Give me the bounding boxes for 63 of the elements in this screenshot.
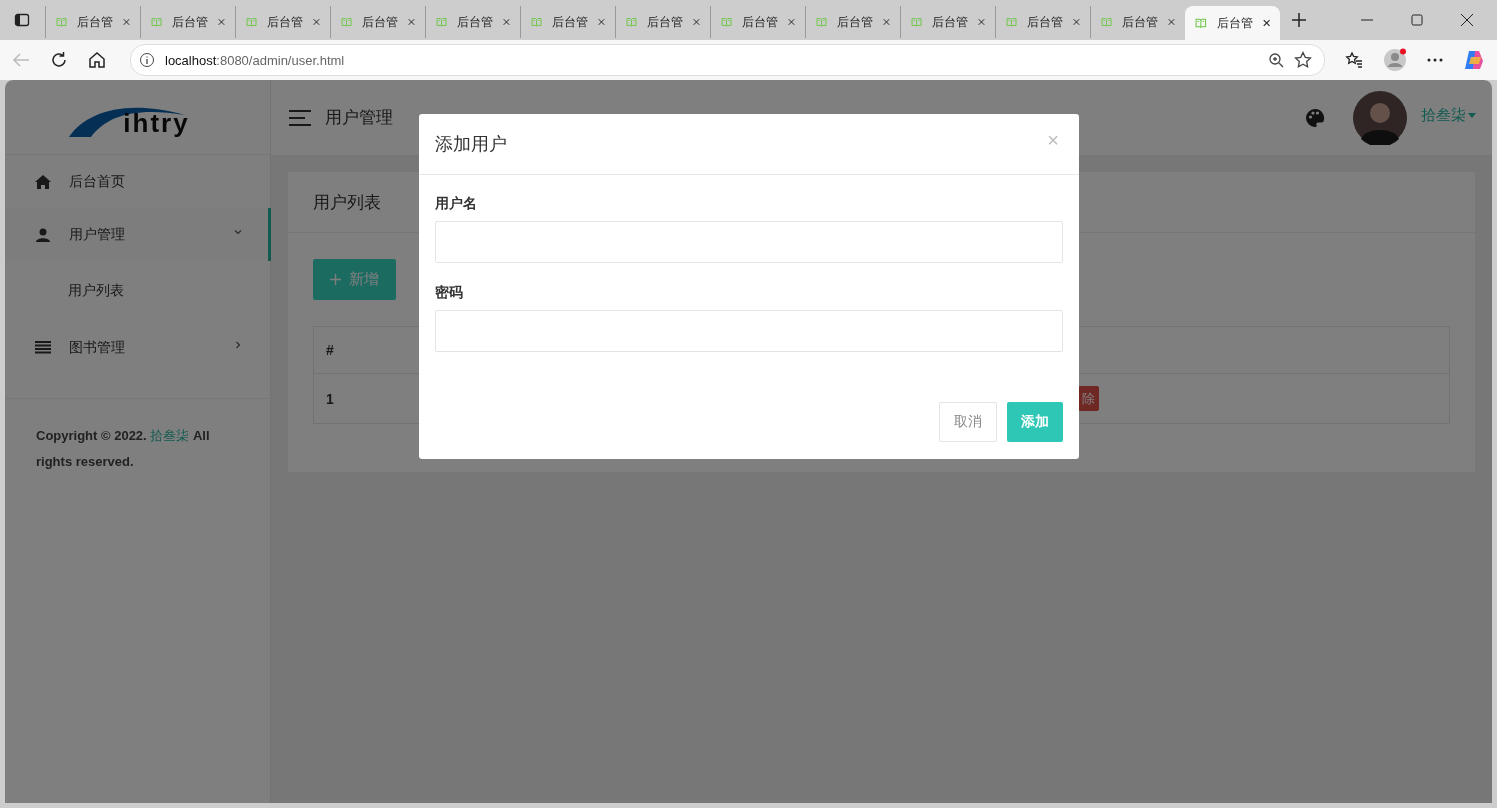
- input-field[interactable]: [435, 310, 1063, 352]
- browser-tab[interactable]: 后台管: [995, 6, 1090, 38]
- user-icon: [35, 227, 51, 242]
- browser-tab[interactable]: 后台管: [330, 6, 425, 38]
- home-icon: [35, 174, 51, 189]
- sidebar-subitem[interactable]: 用户列表: [5, 261, 124, 321]
- copilot-icon[interactable]: [1463, 49, 1485, 71]
- list-icon: [35, 340, 51, 355]
- sidebar-item[interactable]: 图书管理: [5, 321, 270, 374]
- profile-icon[interactable]: [1383, 48, 1407, 72]
- tab-title: 后台管: [267, 13, 304, 31]
- tab-title: 后台管: [1216, 14, 1253, 32]
- star-icon[interactable]: [1294, 51, 1312, 69]
- cancel-button[interactable]: 取消: [939, 402, 997, 442]
- browser-tab[interactable]: 后台管: [425, 6, 520, 38]
- avatar[interactable]: [1353, 90, 1407, 145]
- menu-icon[interactable]: [289, 109, 311, 126]
- input-field[interactable]: [435, 221, 1063, 263]
- tab-title: 后台管: [932, 13, 969, 31]
- palette-icon[interactable]: [1305, 107, 1325, 128]
- tab-title: 后台管: [362, 13, 399, 31]
- close-icon[interactable]: [1262, 18, 1270, 28]
- page-title: 用户管理: [325, 107, 393, 129]
- address-bar[interactable]: localhost:8080/admin/user.html: [130, 44, 1325, 76]
- browser-tab[interactable]: 后台管: [615, 6, 710, 38]
- url-text: localhost:8080/admin/user.html: [165, 52, 345, 68]
- copyright-text: Copyright © 2022. 拾叁柒 All rights reserved.: [36, 427, 211, 471]
- browser-tab[interactable]: 后台管: [710, 6, 805, 38]
- more-icon[interactable]: [1427, 58, 1443, 62]
- browser-tab[interactable]: 后台管: [1185, 6, 1280, 40]
- browser-tab[interactable]: 后台管: [45, 6, 140, 38]
- sidebar-item[interactable]: 后台首页: [5, 155, 270, 208]
- tab-title: 后台管: [77, 13, 114, 31]
- maximize-icon[interactable]: [1411, 14, 1423, 26]
- tab-title: 后台管: [1122, 13, 1159, 31]
- caret-icon: [234, 340, 242, 349]
- favorites-icon[interactable]: [1345, 51, 1363, 69]
- browser-tab[interactable]: 后台管: [140, 6, 235, 38]
- tab-title: 后台管: [172, 13, 209, 31]
- close-icon[interactable]: [1461, 14, 1473, 26]
- tab-actions-icon[interactable]: [14, 12, 30, 28]
- browser-tab[interactable]: 后台管: [900, 6, 995, 38]
- tab-title: 后台管: [457, 13, 494, 31]
- browser-tab[interactable]: 后台管: [805, 6, 900, 38]
- tab-title: 后台管: [647, 13, 684, 31]
- field-label: 密码: [435, 284, 464, 302]
- zoom-icon[interactable]: [1268, 52, 1284, 68]
- logo: ihtry: [5, 80, 270, 155]
- tab-title: 后台管: [742, 13, 779, 31]
- new-tab-icon[interactable]: [1292, 13, 1306, 27]
- browser-tab[interactable]: 后台管: [520, 6, 615, 38]
- dialog-title: 添加用户: [435, 133, 508, 156]
- browser-tab[interactable]: 后台管: [235, 6, 330, 38]
- tab-title: 后台管: [1027, 13, 1064, 31]
- tab-title: 后台管: [552, 13, 589, 31]
- tab-title: 后台管: [837, 13, 874, 31]
- caret-icon: [234, 227, 242, 236]
- caret-icon: [1468, 113, 1476, 118]
- info-icon[interactable]: [139, 52, 155, 68]
- refresh-icon[interactable]: [50, 51, 68, 69]
- home-icon[interactable]: [88, 51, 106, 69]
- field-label: 用户名: [435, 195, 478, 213]
- plus-icon: [330, 274, 341, 285]
